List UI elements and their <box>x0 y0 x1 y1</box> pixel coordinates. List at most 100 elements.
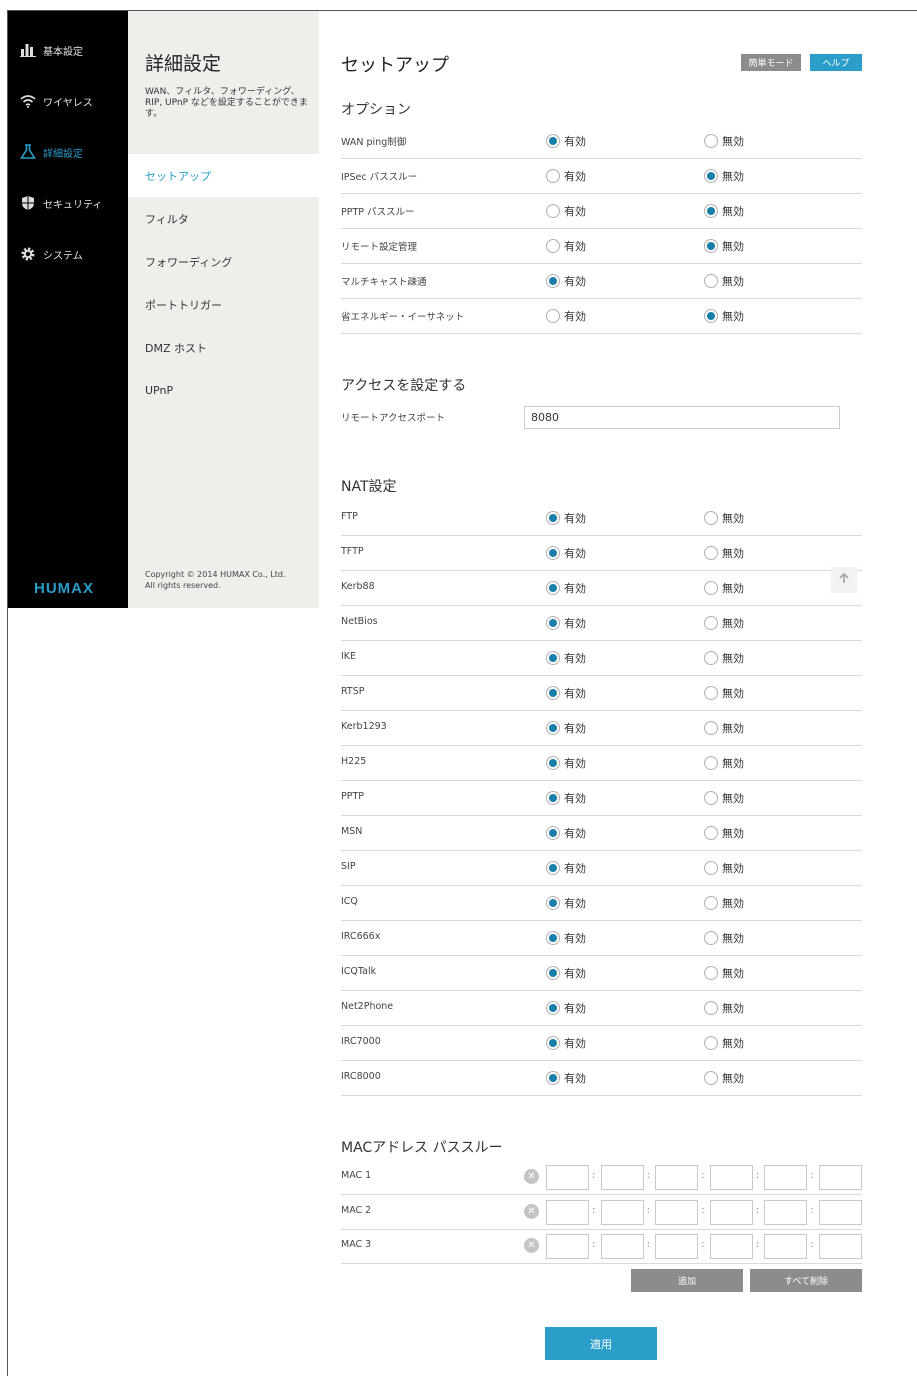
delete-all-button[interactable]: すべて削除 <box>750 1269 862 1292</box>
radio-circle-icon <box>546 511 560 525</box>
nav-item-advanced[interactable]: 詳細設定 <box>8 138 128 166</box>
mac-octet-input[interactable] <box>709 1199 753 1225</box>
nav-item-system[interactable]: システム <box>8 240 128 268</box>
apply-button[interactable]: 適用 <box>545 1327 657 1360</box>
enable-radio[interactable]: 有効 <box>546 273 586 289</box>
disable-radio[interactable]: 無効 <box>704 720 744 736</box>
enable-radio[interactable]: 有効 <box>546 1070 586 1086</box>
disable-radio[interactable]: 無効 <box>704 203 744 219</box>
mac-octet-input[interactable] <box>600 1234 644 1259</box>
enable-radio[interactable]: 有効 <box>546 545 586 561</box>
nav-item-wireless[interactable]: ワイヤレス <box>8 87 128 115</box>
mac-octet-input[interactable] <box>655 1234 699 1259</box>
enable-radio[interactable]: 有効 <box>546 1000 586 1016</box>
enable-radio[interactable]: 有効 <box>546 965 586 981</box>
disable-label: 無効 <box>722 617 744 630</box>
mac-row: MAC 1 ✕::::: <box>341 1160 862 1195</box>
subnav-item-dmz[interactable]: DMZ ホスト <box>128 326 319 369</box>
disable-radio[interactable]: 無効 <box>704 755 744 771</box>
enable-radio[interactable]: 有効 <box>546 930 586 946</box>
enable-radio[interactable]: 有効 <box>546 615 586 631</box>
mac-octet-input[interactable] <box>819 1199 862 1225</box>
disable-radio[interactable]: 無効 <box>704 580 744 596</box>
subnav-item-filter[interactable]: フィルタ <box>128 197 319 240</box>
disable-radio[interactable]: 無効 <box>704 685 744 701</box>
mac-octet-input[interactable] <box>600 1199 644 1225</box>
scroll-to-top-button[interactable] <box>831 567 857 593</box>
disable-radio[interactable]: 無効 <box>704 545 744 561</box>
disable-radio[interactable]: 無効 <box>704 930 744 946</box>
disable-radio[interactable]: 無効 <box>704 615 744 631</box>
enable-radio[interactable]: 有効 <box>546 755 586 771</box>
mac-octet-input[interactable] <box>546 1234 589 1259</box>
nav-label: ワイヤレス <box>43 97 93 109</box>
mac-octet-input[interactable] <box>546 1165 589 1190</box>
mac-octet-input[interactable] <box>819 1165 862 1190</box>
nat-label: FTP <box>341 511 358 522</box>
disable-radio[interactable]: 無効 <box>704 825 744 841</box>
enable-radio[interactable]: 有効 <box>546 133 586 149</box>
disable-radio[interactable]: 無効 <box>704 965 744 981</box>
disable-radio[interactable]: 無効 <box>704 510 744 526</box>
enable-radio[interactable]: 有効 <box>546 1035 586 1051</box>
mac-octet-input[interactable] <box>764 1199 808 1225</box>
enable-radio[interactable]: 有効 <box>546 510 586 526</box>
clear-icon[interactable]: ✕ <box>524 1203 539 1219</box>
subnav-item-port-trigger[interactable]: ポートトリガー <box>128 283 319 326</box>
disable-radio[interactable]: 無効 <box>704 790 744 806</box>
mac-octet-input[interactable] <box>655 1199 699 1225</box>
subnav-item-upnp[interactable]: UPnP <box>128 369 319 412</box>
disable-label: 無効 <box>722 240 744 253</box>
mac-octet-input[interactable] <box>546 1199 589 1225</box>
remote-access-port-input[interactable] <box>524 406 840 429</box>
mac-octet-input[interactable] <box>764 1234 808 1259</box>
nav-item-security[interactable]: セキュリティ <box>8 189 128 217</box>
mac-octet-input[interactable] <box>600 1165 644 1190</box>
mac-separator: : <box>810 1239 814 1250</box>
enable-radio[interactable]: 有効 <box>546 860 586 876</box>
clear-icon[interactable]: ✕ <box>524 1238 539 1253</box>
mac-octet-input[interactable] <box>764 1165 808 1190</box>
enable-radio[interactable]: 有効 <box>546 825 586 841</box>
mac-octet-input[interactable] <box>819 1234 862 1259</box>
nav-label: セキュリティ <box>43 199 103 211</box>
enable-radio[interactable]: 有効 <box>546 650 586 666</box>
option-row: 省エネルギー・イーサネット 有効 無効 <box>341 299 862 334</box>
disable-radio[interactable]: 無効 <box>704 168 744 184</box>
add-button[interactable]: 追加 <box>631 1269 743 1292</box>
radio-circle-icon <box>704 239 718 253</box>
option-label: 省エネルギー・イーサネット <box>341 312 465 323</box>
disable-radio[interactable]: 無効 <box>704 650 744 666</box>
disable-radio[interactable]: 無効 <box>704 133 744 149</box>
enable-radio[interactable]: 有効 <box>546 238 586 254</box>
enable-radio[interactable]: 有効 <box>546 203 586 219</box>
disable-radio[interactable]: 無効 <box>704 1035 744 1051</box>
enable-radio[interactable]: 有効 <box>546 720 586 736</box>
disable-radio[interactable]: 無効 <box>704 895 744 911</box>
mac-octet-input[interactable] <box>709 1234 753 1259</box>
disable-label: 無効 <box>722 792 744 805</box>
subnav-item-forwarding[interactable]: フォワーディング <box>128 240 319 283</box>
option-row: リモート設定管理 有効 無効 <box>341 229 862 264</box>
disable-radio[interactable]: 無効 <box>704 1070 744 1086</box>
enable-radio[interactable]: 有効 <box>546 895 586 911</box>
nat-label: Kerb88 <box>341 581 375 592</box>
enable-radio[interactable]: 有効 <box>546 308 586 324</box>
enable-radio[interactable]: 有効 <box>546 580 586 596</box>
disable-radio[interactable]: 無効 <box>704 860 744 876</box>
nav-item-basic[interactable]: 基本設定 <box>8 36 128 64</box>
mac-octet-input[interactable] <box>655 1165 699 1190</box>
subnav-item-setup[interactable]: セットアップ <box>128 154 319 197</box>
simple-mode-button[interactable]: 簡単モード <box>741 54 801 71</box>
clear-icon[interactable]: ✕ <box>524 1169 539 1184</box>
help-button[interactable]: ヘルプ <box>810 54 862 71</box>
mac-octet-input[interactable] <box>709 1165 753 1190</box>
enable-radio[interactable]: 有効 <box>546 685 586 701</box>
disable-radio[interactable]: 無効 <box>704 238 744 254</box>
disable-radio[interactable]: 無効 <box>704 273 744 289</box>
enable-radio[interactable]: 有効 <box>546 790 586 806</box>
disable-radio[interactable]: 無効 <box>704 1000 744 1016</box>
enable-radio[interactable]: 有効 <box>546 168 586 184</box>
mac-separator: : <box>592 1204 596 1216</box>
disable-radio[interactable]: 無効 <box>704 308 744 324</box>
